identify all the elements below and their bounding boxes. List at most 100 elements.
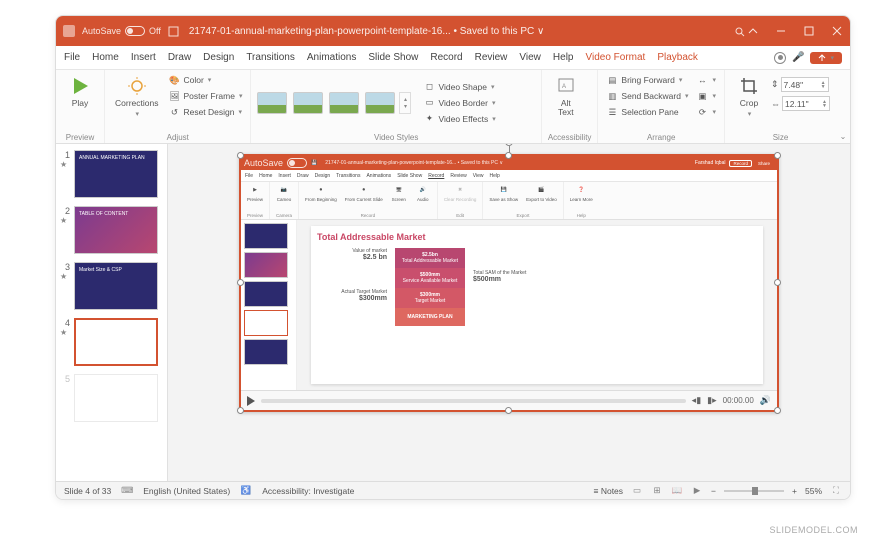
frame-icon: 🖼	[168, 90, 180, 102]
tab-video-format[interactable]: Video Format	[585, 50, 645, 65]
video-seek-track[interactable]	[261, 399, 686, 403]
thumbnail-item[interactable]: 2★ TABLE OF CONTENT	[60, 206, 163, 254]
alt-text-button[interactable]: A Alt Text	[548, 73, 584, 120]
send-backward-icon: ▥	[606, 90, 618, 102]
gallery-more-icon[interactable]: ▴▾	[399, 92, 411, 114]
svg-text:A: A	[562, 84, 566, 90]
height-icon: ⇕	[771, 79, 779, 90]
share-button[interactable]: ▾	[810, 52, 842, 64]
poster-frame-button[interactable]: 🖼Poster Frame▾	[166, 89, 244, 103]
tab-file[interactable]: File	[64, 50, 80, 65]
bring-forward-icon: ▤	[606, 74, 618, 86]
tab-draw[interactable]: Draw	[168, 50, 191, 65]
video-volume-icon[interactable]: 🔊	[760, 395, 771, 406]
resize-handle[interactable]	[505, 152, 512, 159]
search-icon[interactable]	[732, 24, 746, 38]
reading-view-icon[interactable]: 📖	[671, 485, 683, 497]
resize-handle[interactable]	[774, 407, 781, 414]
reset-icon: ↺	[168, 106, 180, 118]
tab-slideshow[interactable]: Slide Show	[368, 50, 418, 65]
video-effects-button[interactable]: ✦Video Effects▾	[421, 112, 497, 126]
slide-thumbnails-panel[interactable]: 1★ ANNUAL MARKETING PLAN 2★ TABLE OF CON…	[56, 144, 168, 481]
resize-handle[interactable]	[237, 152, 244, 159]
group-icon: ▣	[696, 90, 708, 102]
rotate-handle[interactable]	[505, 144, 513, 146]
resize-handle[interactable]	[505, 407, 512, 414]
video-frame-fwd-button[interactable]: ▮▸	[707, 395, 716, 406]
sorter-view-icon[interactable]: ⊞	[651, 485, 663, 497]
tab-animations[interactable]: Animations	[307, 50, 356, 65]
style-thumb[interactable]	[329, 92, 359, 114]
accessibility-status[interactable]: Accessibility: Investigate	[262, 486, 354, 496]
selection-icon: ☰	[606, 106, 618, 118]
tab-insert[interactable]: Insert	[131, 50, 156, 65]
selection-pane-button[interactable]: ☰Selection Pane	[604, 105, 690, 119]
corrections-button[interactable]: Corrections▾	[111, 73, 162, 120]
resize-handle[interactable]	[774, 152, 781, 159]
video-frame-back-button[interactable]: ◂▮	[692, 395, 701, 406]
ribbon-options-icon[interactable]	[746, 24, 760, 38]
crop-button[interactable]: Crop▾	[731, 73, 767, 120]
zoom-slider[interactable]	[724, 490, 784, 492]
bring-forward-button[interactable]: ▤Bring Forward▾	[604, 73, 690, 87]
tab-home[interactable]: Home	[92, 50, 119, 65]
zoom-in-button[interactable]: +	[792, 486, 797, 496]
slide-counter[interactable]: Slide 4 of 33	[64, 486, 111, 496]
camera-record-icon[interactable]	[774, 52, 786, 64]
resize-handle[interactable]	[237, 279, 244, 286]
video-shape-button[interactable]: ◻Video Shape▾	[421, 80, 497, 94]
style-thumb[interactable]	[293, 92, 323, 114]
tab-record[interactable]: Record	[430, 50, 462, 65]
rotate-button[interactable]: ⟳▾	[694, 105, 718, 119]
align-icon: ↔	[696, 74, 708, 86]
autosave-toggle[interactable]: AutoSave Off	[82, 26, 161, 36]
width-input[interactable]: 12.11"▲▼	[782, 96, 830, 111]
height-input[interactable]: 7.48"▲▼	[781, 77, 829, 92]
notes-button[interactable]: ≡ Notes	[594, 486, 624, 496]
accessibility-icon: ♿	[240, 485, 252, 497]
color-button[interactable]: 🎨Color▾	[166, 73, 244, 87]
tab-transitions[interactable]: Transitions	[246, 50, 295, 65]
zoom-level[interactable]: 55%	[805, 486, 822, 496]
video-object-selected[interactable]: AutoSave 💾 21747-01-annual-marketing-pla…	[239, 154, 779, 412]
style-thumb[interactable]	[257, 92, 287, 114]
style-thumb[interactable]	[365, 92, 395, 114]
tab-view[interactable]: View	[519, 50, 541, 65]
thumbnail-item[interactable]: 3★ Market Size & CSP	[60, 262, 163, 310]
language-status[interactable]: English (United States)	[143, 486, 230, 496]
tab-review[interactable]: Review	[475, 50, 508, 65]
tab-help[interactable]: Help	[553, 50, 574, 65]
slide-canvas[interactable]: AutoSave 💾 21747-01-annual-marketing-pla…	[168, 144, 850, 481]
group-label-styles: Video Styles	[257, 132, 534, 142]
tab-design[interactable]: Design	[203, 50, 234, 65]
fit-window-icon[interactable]: ⛶	[830, 485, 842, 497]
thumbnail-item[interactable]: 5	[60, 374, 163, 422]
video-border-button[interactable]: ▭Video Border▾	[421, 96, 497, 110]
thumbnail-item[interactable]: 1★ ANNUAL MARKETING PLAN	[60, 150, 163, 198]
resize-handle[interactable]	[774, 279, 781, 286]
maximize-icon[interactable]	[802, 24, 816, 38]
send-backward-button[interactable]: ▥Send Backward▾	[604, 89, 690, 103]
group-label-size: Size	[731, 132, 830, 142]
video-play-button[interactable]	[247, 396, 255, 406]
group-accessibility: A Alt Text Accessibility	[542, 70, 599, 143]
collapse-ribbon-icon[interactable]: ⌄	[840, 132, 847, 141]
close-icon[interactable]	[830, 24, 844, 38]
save-icon[interactable]	[167, 24, 181, 38]
align-button[interactable]: ↔▾	[694, 73, 718, 87]
normal-view-icon[interactable]: ▭	[631, 485, 643, 497]
mic-icon[interactable]: 🎤	[792, 52, 804, 63]
reset-design-button[interactable]: ↺Reset Design▾	[166, 105, 244, 119]
play-button[interactable]: Play	[62, 73, 98, 110]
group-objects-button[interactable]: ▣▾	[694, 89, 718, 103]
animation-star-icon: ★	[60, 272, 70, 281]
tab-playback[interactable]: Playback	[657, 50, 698, 65]
thumbnail-item[interactable]: 4★	[60, 318, 163, 366]
play-icon	[69, 75, 91, 97]
shape-icon: ◻	[423, 81, 435, 93]
video-content: AutoSave 💾 21747-01-annual-marketing-pla…	[241, 156, 777, 390]
slideshow-view-icon[interactable]: ▶	[691, 485, 703, 497]
zoom-out-button[interactable]: −	[711, 486, 716, 496]
minimize-icon[interactable]	[774, 24, 788, 38]
resize-handle[interactable]	[237, 407, 244, 414]
